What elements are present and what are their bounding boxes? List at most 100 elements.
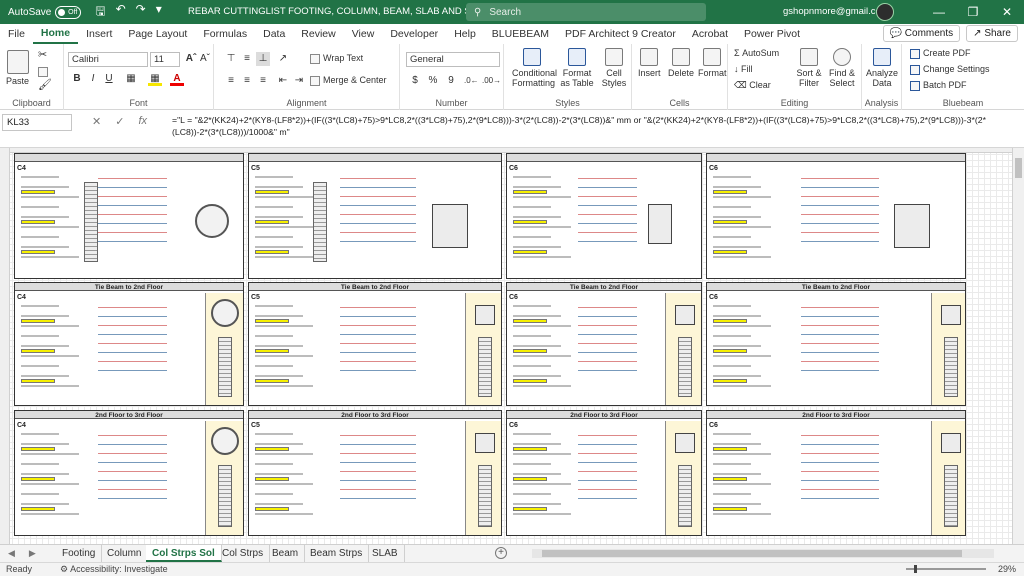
next-sheet-icon[interactable]: ▶ (29, 548, 36, 559)
tab-bluebeam[interactable]: BLUEBEAM (484, 24, 557, 44)
share-button[interactable]: ↗ Share (966, 25, 1018, 42)
worksheet[interactable]: C4 C5 C6 C6 Tie Beam to 2nd Floor C4 Tie Beam … (0, 148, 1024, 544)
hscroll-thumb[interactable] (542, 550, 962, 557)
autosave-control[interactable]: AutoSave Off (8, 5, 82, 19)
tab-acrobat[interactable]: Acrobat (684, 24, 736, 44)
name-box[interactable]: KL33 (2, 114, 72, 131)
sheet-tab-slab[interactable]: SLAB (366, 545, 405, 562)
change-settings-button[interactable]: Change Settings (910, 64, 990, 75)
merge-center-button[interactable]: Merge & Center (310, 75, 387, 86)
align-left-icon[interactable]: ≡ (224, 74, 238, 88)
sheet-tab-col-strps-sol[interactable]: Col Strps Sol (146, 545, 222, 562)
undo-icon[interactable]: ↶ (116, 2, 126, 23)
cutting-sheet-page[interactable]: Tie Beam to 2nd Floor C5 (248, 282, 502, 406)
insert-function-button[interactable]: fx (138, 115, 147, 128)
font-size-dropdown[interactable]: 11 (150, 52, 180, 67)
tab-home[interactable]: Home (32, 24, 79, 44)
sort-filter-button[interactable]: Sort & Filter (794, 48, 824, 88)
cutting-sheet-page[interactable]: C6 (706, 153, 966, 279)
orientation-icon[interactable]: ↗ (276, 52, 290, 66)
tab-review[interactable]: Review (293, 24, 343, 44)
restore-icon[interactable]: ❐ (956, 0, 990, 24)
add-sheet-icon[interactable]: + (495, 547, 507, 559)
minimize-icon[interactable]: — (922, 0, 956, 24)
comments-button[interactable]: 💬 Comments (882, 25, 961, 42)
shrink-font-icon[interactable]: Aˇ (198, 52, 212, 66)
align-center-icon[interactable]: ≡ (240, 74, 254, 88)
number-format-dropdown[interactable]: General (406, 52, 500, 67)
bold-button[interactable]: B (70, 72, 84, 86)
insert-cells-button[interactable]: Insert (638, 48, 661, 78)
delete-cells-button[interactable]: Delete (668, 48, 694, 78)
grow-font-icon[interactable]: Aˆ (184, 52, 198, 66)
align-right-icon[interactable]: ≡ (256, 74, 270, 88)
sheet-tab-column[interactable]: Column (101, 545, 149, 562)
zoom-slider[interactable] (906, 565, 986, 573)
autosum-button[interactable]: Σ AutoSum (734, 48, 779, 58)
cell-styles-button[interactable]: Cell Styles (598, 48, 630, 88)
row-headers[interactable] (0, 148, 10, 544)
decrease-decimal-icon[interactable]: .00→ (482, 74, 501, 88)
cutting-sheet-page[interactable]: Tie Beam to 2nd Floor C4 (14, 282, 244, 406)
find-select-button[interactable]: Find & Select (826, 48, 858, 88)
batch-pdf-button[interactable]: Batch PDF (910, 80, 967, 91)
redo-icon[interactable]: ↷ (136, 2, 146, 23)
fill-color-icon[interactable]: ▦ (148, 72, 162, 86)
tab-help[interactable]: Help (446, 24, 484, 44)
formula-input[interactable]: ="L = "&2*(KK24)+2*(KY8-(LF8*2))+(IF((3*… (172, 114, 1012, 146)
enter-icon[interactable]: ✓ (115, 115, 124, 128)
sheet-tab-col-strps[interactable]: Col Strps (216, 545, 271, 562)
avatar[interactable] (876, 3, 894, 21)
autosave-toggle[interactable]: Off (55, 5, 82, 19)
font-color-icon[interactable]: A (170, 72, 184, 86)
percent-button[interactable]: % (426, 74, 440, 88)
horizontal-scrollbar[interactable] (532, 549, 994, 558)
accessibility-status[interactable]: ⚙ Accessibility: Investigate (60, 564, 168, 575)
prev-sheet-icon[interactable]: ◀ (8, 548, 15, 559)
cutting-sheet-page[interactable]: Tie Beam to 2nd Floor C6 (706, 282, 966, 406)
increase-indent-icon[interactable]: ⇥ (292, 74, 306, 88)
cutting-sheet-page[interactable]: 2nd Floor to 3rd Floor C4 (14, 410, 244, 536)
tab-developer[interactable]: Developer (382, 24, 446, 44)
cutting-sheet-page[interactable]: C6 (506, 153, 702, 279)
zoom-level[interactable]: 29% (998, 564, 1016, 574)
clear-button[interactable]: ⌫ Clear (734, 80, 771, 90)
align-top-icon[interactable]: ⊤ (224, 52, 238, 66)
zoom-knob[interactable] (914, 565, 917, 573)
tab-power-pivot[interactable]: Power Pivot (736, 24, 808, 44)
format-cells-button[interactable]: Format (698, 48, 727, 78)
cutting-sheet-page[interactable]: 2nd Floor to 3rd Floor C5 (248, 410, 502, 536)
vertical-scrollbar[interactable] (1012, 148, 1024, 544)
cutting-sheet-page[interactable]: 2nd Floor to 3rd Floor C6 (706, 410, 966, 536)
cutting-sheet-page[interactable]: 2nd Floor to 3rd Floor C6 (506, 410, 702, 536)
currency-button[interactable]: $ (408, 74, 422, 88)
tab-insert[interactable]: Insert (78, 24, 120, 44)
search-box[interactable]: ⚲ Search (466, 3, 706, 21)
format-painter-icon[interactable]: 🖌 (38, 80, 52, 91)
paste-button[interactable]: Paste (6, 50, 29, 86)
save-icon[interactable]: 🖫 (95, 2, 105, 23)
create-pdf-button[interactable]: Create PDF (910, 48, 971, 59)
increase-decimal-icon[interactable]: .0← (464, 74, 479, 88)
format-as-table-button[interactable]: Format as Table (558, 48, 596, 88)
align-bottom-icon[interactable]: ⊥ (256, 52, 270, 66)
sheet-tab-beam[interactable]: Beam (266, 545, 306, 562)
tab-view[interactable]: View (344, 24, 383, 44)
tab-file[interactable]: File (0, 24, 33, 44)
cutting-sheet-page[interactable]: Tie Beam to 2nd Floor C6 (506, 282, 702, 406)
font-name-dropdown[interactable]: Calibri (68, 52, 148, 67)
comma-button[interactable]: 9 (444, 74, 458, 88)
underline-button[interactable]: U (102, 72, 116, 86)
cutting-sheet-page[interactable]: C4 (14, 153, 244, 279)
analyze-data-button[interactable]: Analyze Data (864, 48, 900, 88)
borders-icon[interactable]: ▦ (124, 72, 138, 86)
wrap-text-button[interactable]: Wrap Text (310, 53, 363, 64)
scroll-thumb[interactable] (1015, 158, 1022, 178)
cut-icon[interactable]: ✂ (38, 50, 47, 61)
decrease-indent-icon[interactable]: ⇤ (276, 74, 290, 88)
sheet-tab-footing[interactable]: Footing (56, 545, 103, 562)
italic-button[interactable]: I (86, 72, 100, 86)
fill-button[interactable]: ↓ Fill (734, 64, 753, 74)
tab-page-layout[interactable]: Page Layout (120, 24, 195, 44)
tab-pdf-architect[interactable]: PDF Architect 9 Creator (557, 24, 684, 44)
